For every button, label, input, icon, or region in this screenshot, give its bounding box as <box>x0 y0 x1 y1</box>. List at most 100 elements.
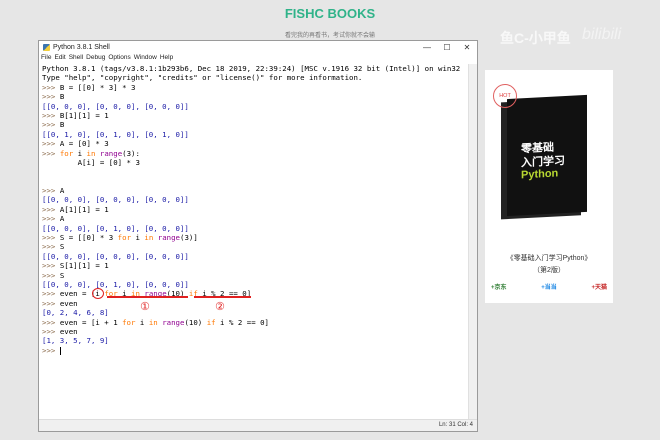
shell-prompt: >>> <box>42 186 60 196</box>
shell-line: >>> B = [[0] * 3] * 3 <box>42 83 469 92</box>
maximize-button[interactable]: ☐ <box>437 43 457 52</box>
shell-code: i <box>73 148 87 158</box>
shell-code: for <box>117 233 132 243</box>
annotation-underline-2 <box>194 296 251 298</box>
minimize-button[interactable]: — <box>417 43 437 52</box>
shell-code: Python 3.8.1 (tags/v3.8.1:1b293b6, Dec 1… <box>42 64 461 73</box>
shell-code: for <box>59 148 74 158</box>
shell-code: even = [i + 1 <box>59 317 123 327</box>
title-bar: Python 3.8.1 Shell — ☐ ✕ <box>39 41 477 54</box>
shell-code: i % 2 == 0] <box>215 317 269 327</box>
shell-line: >>> <box>42 346 469 355</box>
shell-line: Type "help", "copyright", "credits" or "… <box>42 73 469 82</box>
shell-code: Type "help", "copyright", "credits" or "… <box>42 73 363 83</box>
window-title: Python 3.8.1 Shell <box>53 44 110 51</box>
shell-code: even <box>59 326 78 336</box>
shell-code: for <box>122 317 136 327</box>
shell-code: in <box>144 233 154 243</box>
shell-output: [[0, 0, 0], [0, 0, 0], [0, 0, 0]] <box>42 195 189 205</box>
shell-output: [[0, 0, 0], [0, 1, 0], [0, 0, 0]] <box>42 279 189 289</box>
shell-line: >>> A <box>42 214 469 223</box>
shell-prompt: >>> <box>42 298 60 308</box>
shell-line: >>> B <box>42 120 469 129</box>
shell-line: >>> even <box>42 327 469 336</box>
shell-code: A <box>59 214 65 224</box>
shell-prompt: >>> <box>42 214 60 224</box>
store-links: +京东 +当当 +天猫 <box>491 282 607 291</box>
shell-code: S[1][1] = 1 <box>59 261 109 271</box>
shell-line: >>> even <box>42 299 469 308</box>
menu-debug[interactable]: Debug <box>86 54 105 63</box>
shell-text-area[interactable]: Python 3.8.1 (tags/v3.8.1:1b293b6, Dec 1… <box>40 64 469 420</box>
shell-code: range <box>157 233 180 243</box>
shell-prompt: >>> <box>42 120 60 130</box>
bilibili-watermark: bilibili <box>582 26 622 43</box>
shell-prompt: >>> <box>42 148 60 158</box>
shell-prompt: >>> <box>42 92 60 102</box>
shell-line: >>> S[1][1] = 1 <box>42 261 469 270</box>
shell-prompt: >>> <box>42 261 60 271</box>
shell-line: >>> A <box>42 186 469 195</box>
shell-prompt: >>> <box>42 242 60 252</box>
close-button[interactable]: ✕ <box>457 43 477 52</box>
store-link[interactable]: +当当 <box>541 282 557 291</box>
shell-code: i <box>135 317 149 327</box>
shell-line: >>> A = [0] * 3 <box>42 139 469 148</box>
shell-output: [1, 3, 5, 7, 9] <box>42 336 109 346</box>
menu-edit[interactable]: Edit <box>54 54 65 63</box>
shell-line: >>> A[1][1] = 1 <box>42 205 469 214</box>
shell-prompt: >>> <box>42 139 60 149</box>
shell-line: A[i] = [0] * 3 <box>42 158 469 167</box>
shell-output: [0, 2, 4, 6, 8] <box>42 308 109 318</box>
book-cover-image[interactable]: 零基础 入门学习 Python <box>507 94 587 217</box>
python-icon <box>43 44 50 51</box>
cover-title-3: Python <box>521 167 559 182</box>
shell-code: A[i] = [0] * 3 <box>42 157 140 167</box>
store-link[interactable]: +京东 <box>491 282 507 291</box>
shell-code: (3): <box>122 148 140 158</box>
shell-code: even <box>59 298 78 308</box>
shell-code: A = [0] * 3 <box>59 139 109 149</box>
book-title[interactable]: 《零基础入门学习Python》 （第2版） <box>485 253 613 277</box>
shell-line: [[0, 0, 0], [0, 0, 0], [0, 0, 0]] <box>42 195 469 204</box>
shell-code: A[1][1] = 1 <box>59 204 109 214</box>
shell-output: [[0, 0, 0], [0, 0, 0], [0, 0, 0]] <box>42 251 189 261</box>
status-bar: Ln: 31 Col: 4 <box>39 419 477 431</box>
book-title-text: 《零基础入门学习Python》 <box>506 255 592 262</box>
idle-shell-window: Python 3.8.1 Shell — ☐ ✕ File Edit Shell… <box>38 40 478 432</box>
menu-shell[interactable]: Shell <box>69 54 83 63</box>
shell-output: [[0, 0, 0], [0, 0, 0], [0, 0, 0]] <box>42 101 189 111</box>
shell-prompt: >>> <box>42 270 60 280</box>
menu-file[interactable]: File <box>41 54 51 63</box>
menu-help[interactable]: Help <box>160 54 173 63</box>
shell-code: S <box>59 242 65 252</box>
shell-code: B <box>59 120 65 130</box>
shell-code: (3)] <box>180 233 198 243</box>
shell-code: range <box>99 148 123 158</box>
shell-prompt: >>> <box>42 289 60 299</box>
shell-code: if <box>206 317 216 327</box>
shell-code: (10) <box>184 317 207 327</box>
shell-prompt: >>> <box>42 110 60 120</box>
shell-line: >>> S = [[0] * 3 for i in range(3)] <box>42 233 469 242</box>
shell-line: [[0, 0, 0], [0, 1, 0], [0, 0, 0]] <box>42 280 469 289</box>
shell-code: B[1][1] = 1 <box>59 110 109 120</box>
shell-output: [[0, 0, 0], [0, 1, 0], [0, 0, 0]] <box>42 223 189 233</box>
shell-line: >>> B[1][1] = 1 <box>42 111 469 120</box>
vertical-scrollbar[interactable] <box>468 64 477 420</box>
annotation-label-1: ① <box>140 300 150 313</box>
shell-line: >>> S <box>42 271 469 280</box>
store-link[interactable]: +天猫 <box>591 282 607 291</box>
shell-line: [[0, 0, 0], [0, 0, 0], [0, 0, 0]] <box>42 102 469 111</box>
book-card[interactable]: 零基础 入门学习 Python HOT 《零基础入门学习Python》 （第2版… <box>485 70 613 303</box>
text-cursor <box>59 346 61 355</box>
shell-code: i <box>131 233 145 243</box>
menu-window[interactable]: Window <box>134 54 157 63</box>
shell-line: [[0, 0, 0], [0, 0, 0], [0, 0, 0]] <box>42 252 469 261</box>
menu-options[interactable]: Options <box>108 54 130 63</box>
shell-line: [1, 3, 5, 7, 9] <box>42 336 469 345</box>
shell-code: B <box>59 92 65 102</box>
shell-line: >>> for i in range(3): <box>42 149 469 158</box>
watermark: 鱼C-小甲鱼 <box>500 30 571 46</box>
